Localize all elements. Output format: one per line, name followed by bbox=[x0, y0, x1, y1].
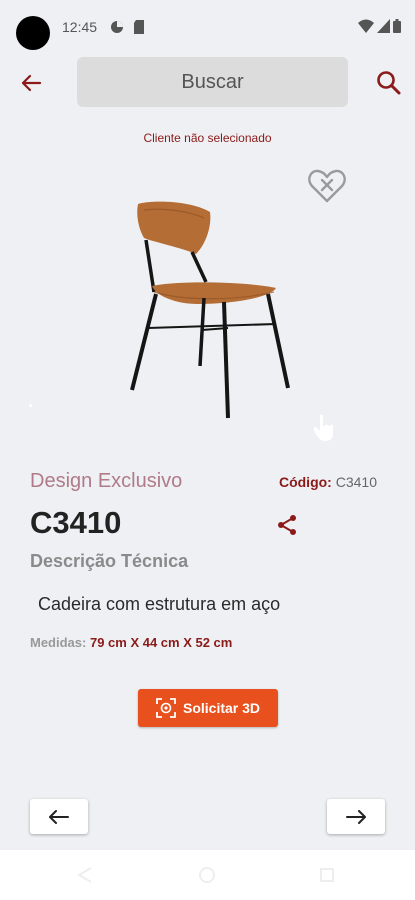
product-measures: Medidas: 79 cm X 44 cm X 52 cm bbox=[30, 635, 232, 650]
status-bar: 12:45 bbox=[0, 0, 415, 52]
measures-value: 79 cm X 44 cm X 52 cm bbox=[89, 635, 233, 650]
measures-label: Medidas: bbox=[30, 635, 87, 650]
system-recents-icon[interactable] bbox=[318, 866, 336, 884]
client-status[interactable]: Cliente não selecionado bbox=[0, 131, 415, 145]
chair-image bbox=[130, 201, 290, 419]
data-saver-icon bbox=[111, 21, 123, 33]
camera-cutout bbox=[16, 16, 50, 50]
system-navigation-bar bbox=[0, 850, 415, 900]
wifi-icon bbox=[358, 19, 374, 33]
request-3d-button[interactable]: Solicitar 3D bbox=[138, 689, 278, 727]
heart-x-icon[interactable] bbox=[307, 168, 347, 204]
search-icon[interactable] bbox=[374, 68, 404, 98]
app-bar: Buscar bbox=[0, 56, 415, 110]
image-indicator-dot bbox=[29, 404, 32, 407]
code-value: C3410 bbox=[335, 474, 377, 490]
touch-gesture-icon[interactable] bbox=[312, 412, 336, 442]
signal-icon bbox=[377, 19, 390, 33]
arrow-left-icon[interactable] bbox=[16, 70, 46, 96]
arrow-left-icon bbox=[49, 809, 69, 824]
system-back-icon[interactable] bbox=[76, 866, 94, 884]
sd-card-icon bbox=[134, 20, 144, 34]
product-description: Cadeira com estrutura em aço bbox=[38, 594, 281, 614]
3d-scan-icon bbox=[156, 698, 176, 718]
previous-product-button[interactable] bbox=[30, 799, 88, 834]
arrow-right-icon bbox=[346, 809, 366, 824]
product-code: Código: C3410 bbox=[279, 474, 377, 490]
design-label: Design Exclusivo bbox=[30, 470, 183, 492]
share-icon[interactable] bbox=[275, 513, 299, 537]
status-time: 12:45 bbox=[62, 19, 98, 35]
tech-heading: Descrição Técnica bbox=[30, 551, 189, 571]
system-home-icon[interactable] bbox=[198, 866, 216, 884]
battery-icon bbox=[393, 19, 401, 33]
search-input[interactable]: Buscar bbox=[77, 57, 348, 107]
next-product-button[interactable] bbox=[327, 799, 385, 834]
search-label: Buscar bbox=[181, 70, 244, 93]
request-3d-label: Solicitar 3D bbox=[182, 700, 261, 716]
product-title: C3410 bbox=[30, 505, 122, 540]
code-label: Código: bbox=[278, 474, 332, 490]
